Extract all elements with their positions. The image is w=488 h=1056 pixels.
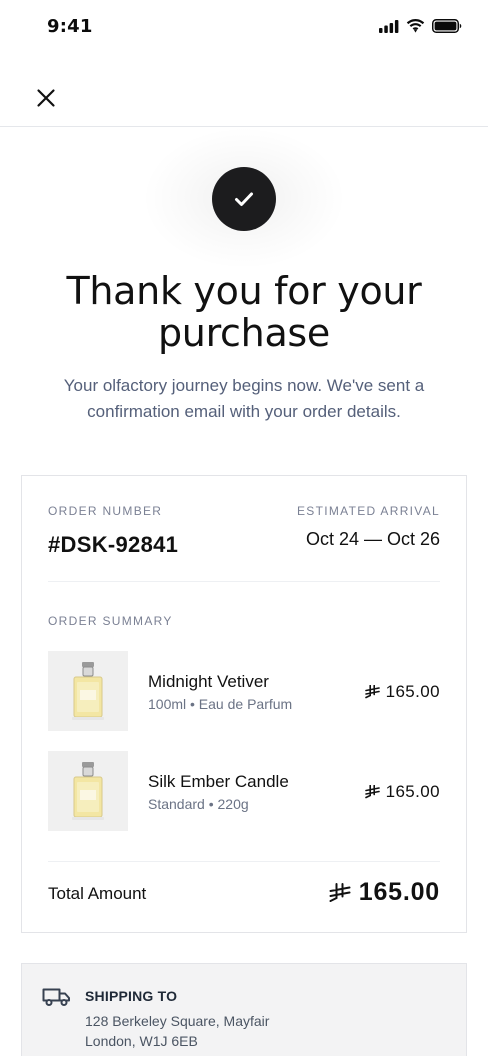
order-number: #DSK-92841 (48, 532, 179, 557)
status-time: 9:41 (47, 16, 93, 37)
item-meta: Standard • 220g (148, 796, 249, 812)
total-amount: 165.00 (329, 878, 440, 907)
page-subtitle: Your olfactory journey begins now. We've… (63, 376, 425, 421)
estimated-arrival: Oct 24 — Oct 26 (305, 529, 440, 549)
shipping-card: SHIPPING TO 128 Berkeley Square, Mayfair… (21, 963, 467, 1056)
perfume-bottle-icon (72, 662, 104, 720)
shipping-address-line1: 128 Berkeley Square, Mayfair (85, 1013, 270, 1029)
check-icon (235, 192, 253, 206)
item-name: Silk Ember Candle (148, 772, 289, 791)
top-bar (0, 68, 488, 127)
order-card: ORDER NUMBER #DSK-92841 ESTIMATED ARRIVA… (21, 475, 467, 933)
shipping-title: SHIPPING TO (85, 988, 178, 1004)
item-meta: 100ml • Eau de Parfum (148, 696, 293, 712)
riyal-icon (364, 785, 380, 799)
close-button[interactable] (32, 84, 60, 112)
total-label: Total Amount (48, 884, 147, 903)
status-icons (379, 19, 462, 33)
order-item[interactable]: Silk Ember Candle Standard • 220g 165.00 (48, 751, 440, 831)
order-summary-label: ORDER SUMMARY (48, 614, 173, 628)
status-bar: 9:41 (0, 0, 488, 56)
total-amount-value: 165.00 (358, 878, 440, 906)
battery-icon (432, 19, 462, 33)
riyal-icon (329, 882, 351, 902)
item-price: 165.00 (364, 782, 440, 802)
estimated-arrival-label: ESTIMATED ARRIVAL (296, 504, 440, 518)
riyal-icon (364, 685, 380, 699)
wifi-icon (406, 19, 425, 33)
order-item[interactable]: Midnight Vetiver 100ml • Eau de Parfum 1… (48, 651, 440, 731)
order-number-label: ORDER NUMBER (48, 504, 163, 518)
shipping-address-line2: London, W1J 6EB (85, 1033, 198, 1049)
page-title: Thank you for your purchase (66, 269, 422, 355)
item-price-value: 165.00 (385, 782, 440, 801)
item-name: Midnight Vetiver (148, 672, 269, 691)
product-thumbnail (48, 651, 128, 731)
divider (48, 581, 440, 582)
perfume-bottle-icon (72, 762, 104, 820)
item-price: 165.00 (364, 682, 440, 702)
item-price-value: 165.00 (385, 682, 440, 701)
close-icon (37, 89, 55, 107)
cellular-signal-icon (379, 19, 399, 33)
product-thumbnail (48, 751, 128, 831)
success-badge (212, 167, 276, 231)
truck-icon (42, 988, 70, 1006)
divider (48, 861, 440, 862)
